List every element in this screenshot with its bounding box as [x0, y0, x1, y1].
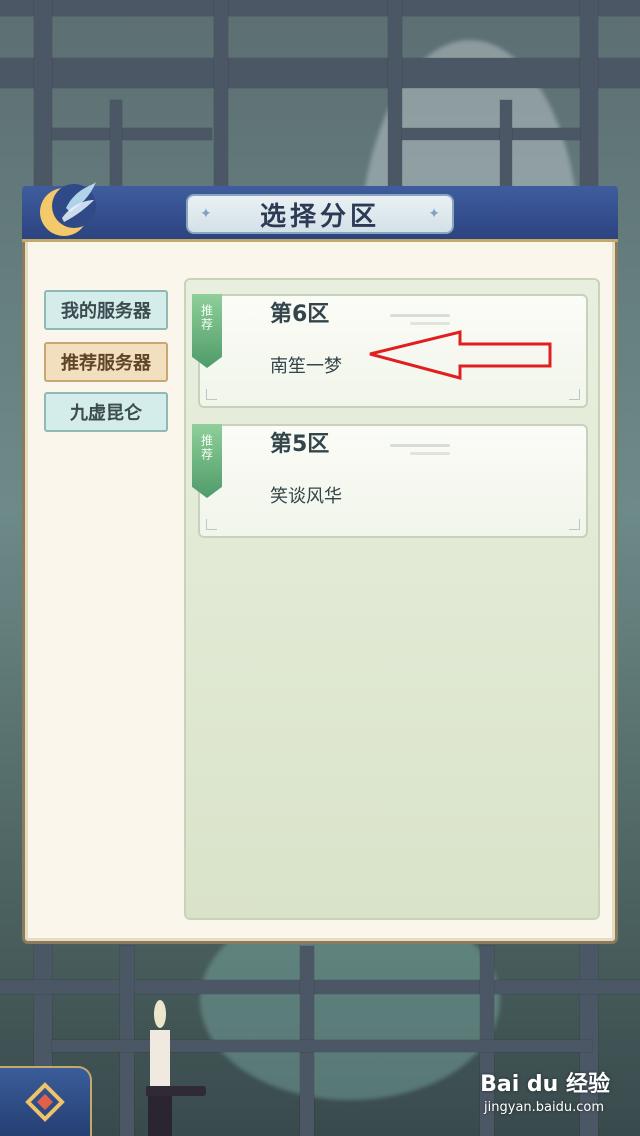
dialog-title: 选择分区	[259, 201, 380, 232]
baidu-jingyan-watermark: Bai du 经验 jingyan.baidu.com	[480, 1066, 610, 1126]
recommend-ribbon: 推荐	[192, 424, 222, 498]
title-ornament-right-icon: ✦	[428, 206, 440, 222]
title-ornament-left-icon: ✦	[200, 206, 212, 222]
cloud-decoration	[410, 452, 450, 455]
card-corner	[206, 519, 217, 530]
back-diamond-icon	[25, 1082, 65, 1122]
recommend-tag-label: 推荐	[199, 304, 214, 332]
server-name: 南笙一梦	[270, 356, 342, 377]
card-corner	[569, 519, 580, 530]
server-zone-label: 第6区	[270, 302, 330, 327]
cloud-decoration	[390, 314, 450, 317]
back-button[interactable]	[0, 1066, 92, 1136]
candle-icon	[146, 1000, 206, 1136]
tab-recommended-servers[interactable]: 推荐服务器	[44, 342, 168, 382]
title-plate: ✦ 选择分区 ✦	[186, 194, 454, 234]
cloud-decoration	[390, 444, 450, 447]
watermark-url: jingyan.baidu.com	[484, 1100, 604, 1115]
watermark-brand: Bai du 经验	[480, 1072, 610, 1097]
dialog-header: ✦ 选择分区 ✦	[22, 186, 618, 242]
server-name: 笑谈风华	[270, 486, 342, 507]
select-server-dialog: ✦ 选择分区 ✦ 我的服务器 推荐服务器 九虚昆仑 推荐 第6区 南笙一梦 推荐	[22, 182, 618, 944]
recommend-tag-label: 推荐	[199, 434, 214, 462]
cloud-decoration	[410, 322, 450, 325]
tab-jiuxu-kunlun[interactable]: 九虚昆仑	[44, 392, 168, 432]
server-card-zone5[interactable]: 推荐 第5区 笑谈风华	[192, 424, 588, 538]
tab-my-servers[interactable]: 我的服务器	[44, 290, 168, 330]
card-corner	[206, 389, 217, 400]
card-corner	[569, 389, 580, 400]
crescent-moon-icon	[40, 182, 96, 236]
server-zone-label: 第5区	[270, 432, 330, 457]
recommend-ribbon: 推荐	[192, 294, 222, 368]
annotation-arrow-icon	[369, 330, 552, 380]
